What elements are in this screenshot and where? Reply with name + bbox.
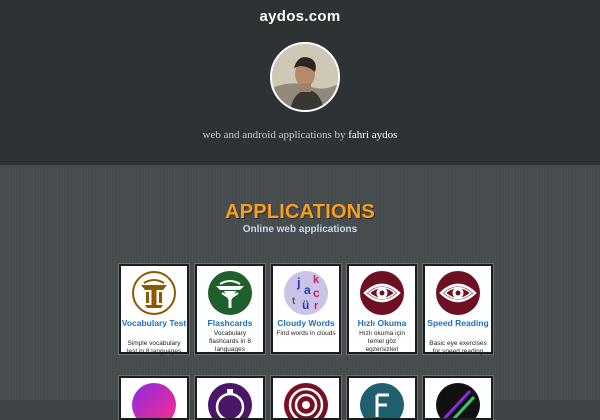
app-title: Vocabulary Test: [121, 318, 187, 328]
stopwatch-icon: [208, 383, 252, 418]
site-title[interactable]: aydos.com: [0, 8, 600, 25]
target-icon: [284, 383, 328, 418]
gradient-circle-icon: [132, 383, 176, 418]
app-description: Basic eye exercises for speed reading: [429, 340, 487, 355]
app-card[interactable]: [119, 376, 189, 420]
header: aydos.com web and android applications b…: [0, 0, 600, 165]
cloud-letter: j: [296, 275, 301, 290]
section-title: APPLICATIONS: [225, 201, 375, 223]
main-content: APPLICATIONS Online web applications Voc…: [0, 165, 600, 420]
cloud-letter: c: [313, 286, 320, 300]
app-card[interactable]: [195, 376, 265, 420]
app-title: Speed Reading: [427, 318, 489, 328]
app-card-hizli-okuma[interactable]: Hızlı Okuma Hızlı okuma için temel göz e…: [347, 264, 417, 354]
app-card[interactable]: [347, 376, 417, 420]
app-card-speed-reading[interactable]: Speed Reading Basic eye exercises for sp…: [423, 264, 493, 355]
app-title: Cloudy Words: [277, 318, 335, 328]
app-description: Find words in clouds: [276, 330, 336, 337]
app-title: Hızlı Okuma: [357, 318, 407, 328]
tagline: web and android applications by fahri ay…: [0, 129, 600, 141]
avatar: [270, 42, 340, 112]
app-description: Simple vocabulary test in 8 languages: [126, 340, 182, 355]
tagline-text: web and android applications by: [202, 129, 346, 141]
app-title: Flashcards: [207, 318, 253, 328]
eye-icon: [360, 271, 404, 315]
app-card-flashcards[interactable]: Flashcards Vocabulary flashcards in 8 la…: [195, 264, 265, 354]
app-description: Vocabulary flashcards in 8 languages: [209, 330, 251, 353]
app-card-cloudy-words[interactable]: j a k c t ü r Cloudy Words Find words in…: [271, 264, 341, 354]
vocabulary-tree-icon: [132, 271, 176, 315]
app-description: Hızlı okuma için temel göz egzersizleri: [359, 330, 405, 353]
stripe-circle-icon: [436, 383, 480, 418]
f-letter-icon: [360, 383, 404, 418]
flashcards-tree-icon: [208, 271, 252, 315]
section-subtitle: Online web applications: [242, 224, 358, 235]
cloud-letter: k: [313, 274, 320, 286]
cloud-letter: ü: [302, 298, 309, 312]
cloud-letter: r: [314, 300, 319, 312]
cloud-letter: a: [304, 283, 311, 297]
app-card[interactable]: [423, 376, 493, 420]
eye-icon: [436, 271, 480, 315]
app-card[interactable]: [271, 376, 341, 420]
letter-cloud-icon: j a k c t ü r: [284, 271, 328, 315]
author-link[interactable]: fahri aydos: [348, 129, 397, 141]
app-card-vocabulary-test[interactable]: Vocabulary Test Simple vocabulary test i…: [119, 264, 189, 355]
